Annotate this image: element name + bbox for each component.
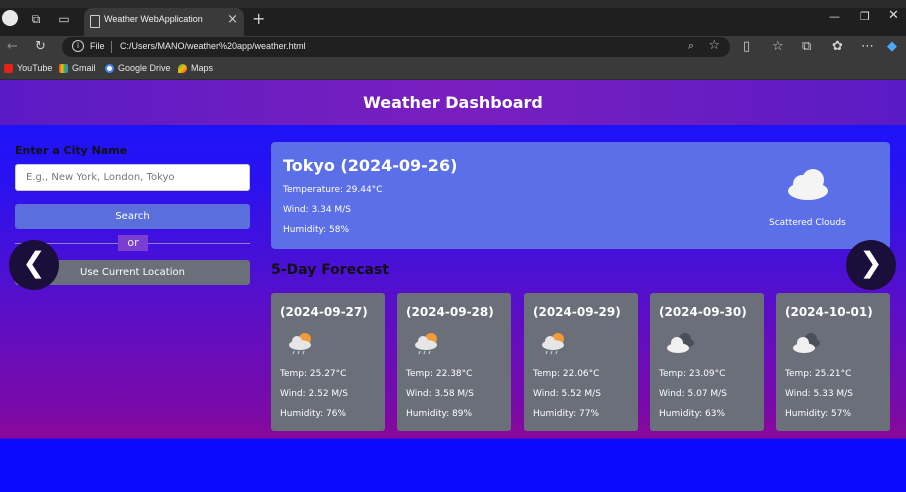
forecast-wind: Wind: 5.07 M/S xyxy=(659,389,727,399)
current-wind: Wind: 3.34 M/S xyxy=(283,205,351,215)
maps-icon xyxy=(178,63,187,73)
forecast-temp: Temp: 22.06°C xyxy=(533,369,600,379)
restore-icon[interactable]: ❐ xyxy=(860,10,870,23)
current-weather-card: Tokyo (2024-09-26) Temperature: 29.44°C … xyxy=(271,142,890,249)
forecast-temp: Temp: 25.27°C xyxy=(280,369,347,379)
close-tab-icon[interactable]: × xyxy=(227,12,238,27)
bookmark-label: YouTube xyxy=(17,63,53,73)
forecast-humidity: Humidity: 76% xyxy=(280,409,347,419)
forecast-card: (2024-09-29) Temp: 22.06°C Wind: 5.52 M/… xyxy=(524,293,638,431)
forecast-date: (2024-09-27) xyxy=(280,305,368,319)
forecast-card: (2024-10-01) Temp: 25.21°C Wind: 5.33 M/… xyxy=(776,293,890,431)
forecast-card: (2024-09-30) Temp: 23.09°C Wind: 5.07 M/… xyxy=(650,293,764,431)
address-bar[interactable]: i File C:/Users/MANO/weather%20app/weath… xyxy=(62,37,730,57)
page-title: Weather Dashboard xyxy=(363,93,543,112)
broken-clouds-icon xyxy=(667,333,694,353)
copilot-icon[interactable]: ◆ xyxy=(887,39,897,54)
refresh-icon[interactable]: ↻ xyxy=(35,39,46,54)
collections-icon[interactable]: ⧉ xyxy=(802,39,811,54)
bookmark-label: Google Drive xyxy=(118,63,171,73)
forecast-wind: Wind: 5.33 M/S xyxy=(785,389,853,399)
google-icon xyxy=(105,63,114,73)
forecast-humidity: Humidity: 63% xyxy=(659,409,726,419)
city-search-input[interactable] xyxy=(15,164,250,191)
forecast-humidity: Humidity: 89% xyxy=(406,409,473,419)
bookmark-google-drive[interactable]: Google Drive xyxy=(105,63,171,73)
tab-title: Weather WebApplication xyxy=(104,14,203,24)
forecast-date: (2024-10-01) xyxy=(785,305,873,319)
weather-page: Weather Dashboard Enter a City Name Sear… xyxy=(0,80,906,492)
back-icon[interactable]: ← xyxy=(7,39,18,54)
forecast-temp: Temp: 23.09°C xyxy=(659,369,726,379)
address-separator xyxy=(111,41,112,53)
favorites-icon[interactable]: ☆ xyxy=(772,39,784,54)
rain-sun-icon xyxy=(289,333,311,355)
bookmarks-bar: YouTube Gmail Google Drive Maps xyxy=(0,58,906,80)
tab-actions-icon[interactable]: ▭ xyxy=(56,11,72,27)
current-city-heading: Tokyo (2024-09-26) xyxy=(283,156,458,175)
info-icon[interactable]: i xyxy=(72,40,84,52)
forecast-wind: Wind: 3.58 M/S xyxy=(406,389,474,399)
extensions-icon[interactable]: ✿ xyxy=(832,39,843,54)
scattered-clouds-icon xyxy=(788,169,828,200)
workspaces-icon[interactable]: ⧉ xyxy=(28,11,44,27)
forecast-date: (2024-09-30) xyxy=(659,305,747,319)
address-url[interactable]: C:/Users/MANO/weather%20app/weather.html xyxy=(120,41,306,51)
current-description: Scattered Clouds xyxy=(769,218,846,228)
bookmark-label: Maps xyxy=(191,63,214,73)
broken-clouds-icon xyxy=(793,333,820,353)
forecast-title: 5-Day Forecast xyxy=(271,262,389,278)
forecast-date: (2024-09-29) xyxy=(533,305,621,319)
bookmark-label: Gmail xyxy=(72,63,96,73)
youtube-icon xyxy=(4,63,13,73)
address-scheme: File xyxy=(90,41,105,51)
search-button[interactable]: Search xyxy=(15,204,250,229)
carousel-next-button[interactable]: ❯ xyxy=(846,240,896,290)
close-window-icon[interactable]: ✕ xyxy=(888,8,899,23)
new-tab-icon[interactable]: + xyxy=(252,9,265,28)
bookmark-youtube[interactable]: YouTube xyxy=(4,63,52,73)
rain-sun-icon xyxy=(415,333,437,355)
profile-avatar-icon[interactable] xyxy=(2,10,18,26)
city-input-label: Enter a City Name xyxy=(15,144,128,157)
titlebar-strip xyxy=(0,0,906,8)
forecast-date: (2024-09-28) xyxy=(406,305,494,319)
more-icon[interactable]: ⋯ xyxy=(861,39,874,54)
forecast-card: (2024-09-28) Temp: 22.38°C Wind: 3.58 M/… xyxy=(397,293,511,431)
app-header: Weather Dashboard xyxy=(0,80,906,125)
document-icon xyxy=(90,15,100,28)
browser-tab[interactable]: Weather WebApplication × xyxy=(84,8,244,36)
or-separator: or xyxy=(118,235,148,251)
current-humidity: Humidity: 58% xyxy=(283,225,350,235)
browser-navbar: ← ↻ i File C:/Users/MANO/weather%20app/w… xyxy=(0,36,906,58)
minimize-icon[interactable]: — xyxy=(829,10,840,23)
current-temperature: Temperature: 29.44°C xyxy=(283,185,383,195)
forecast-temp: Temp: 22.38°C xyxy=(406,369,473,379)
bookmark-gmail[interactable]: Gmail xyxy=(59,63,96,73)
favorite-star-icon[interactable]: ☆ xyxy=(708,38,720,53)
forecast-card: (2024-09-27) Temp: 25.27°C Wind: 2.52 M/… xyxy=(271,293,385,431)
forecast-humidity: Humidity: 77% xyxy=(533,409,600,419)
forecast-wind: Wind: 2.52 M/S xyxy=(280,389,348,399)
forecast-humidity: Humidity: 57% xyxy=(785,409,852,419)
split-screen-icon[interactable]: ▯ xyxy=(743,39,750,54)
forecast-temp: Temp: 25.21°C xyxy=(785,369,852,379)
bookmark-maps[interactable]: Maps xyxy=(178,63,213,73)
browser-titlebar: ⧉ ▭ Weather WebApplication × + — ❐ ✕ xyxy=(0,0,906,36)
zoom-icon[interactable]: ⌕ xyxy=(688,39,694,53)
gmail-icon xyxy=(59,63,68,73)
forecast-wind: Wind: 5.52 M/S xyxy=(533,389,601,399)
carousel-prev-button[interactable]: ❮ xyxy=(9,240,59,290)
rain-sun-icon xyxy=(542,333,564,355)
